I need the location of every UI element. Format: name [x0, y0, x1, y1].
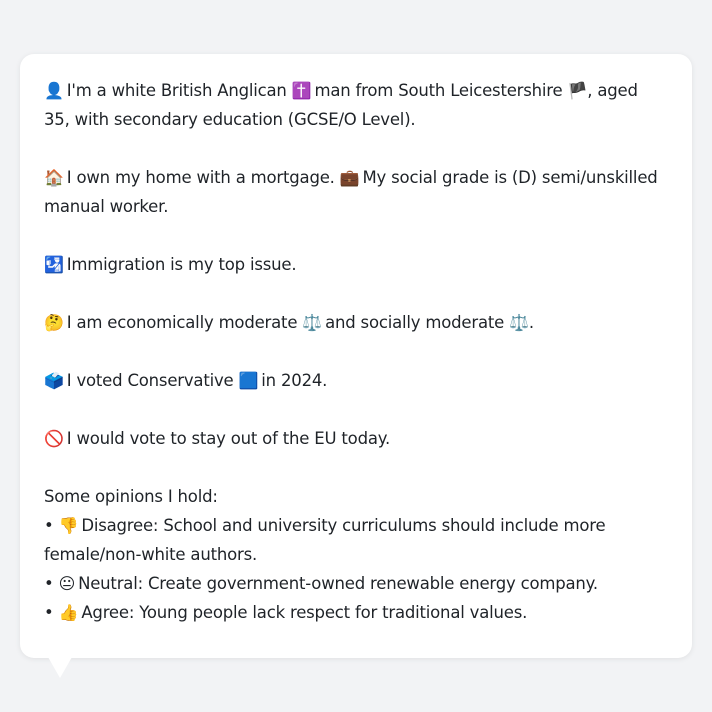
thinking-face-icon: 🤔 [44, 313, 64, 332]
thumbs-up-icon: 👍 [58, 603, 79, 622]
housing-line: 🏠 I own my home with a mortgage. 💼 My soci… [44, 163, 668, 221]
bubble-tail [44, 650, 76, 678]
bullet: • [44, 516, 54, 535]
briefcase-icon: 💼 [339, 168, 360, 187]
eu-line: 🚫 I would vote to stay out of the EU toda… [44, 424, 668, 453]
top-issue-text: Immigration is my top issue. [66, 255, 297, 274]
social-text: and socially moderate [325, 313, 505, 332]
passport-control-icon: 🛂 [44, 255, 64, 274]
scales-icon: ⚖️ [509, 313, 529, 332]
identity-line: 👤 I'm a white British Anglican ✝️ man from… [44, 76, 668, 134]
ideology-period: . [528, 313, 534, 332]
opinion-item: • 😐 Neutral: Create government-owned rene… [44, 569, 668, 598]
eu-text: I would vote to stay out of the EU today… [66, 429, 391, 448]
opinion-text: Neutral: Create government-owned renewab… [78, 574, 598, 593]
opinion-item: • 👎 Disagree: School and university curri… [44, 511, 668, 569]
economic-text: I am economically moderate [66, 313, 298, 332]
identity-text-1: I'm a white British Anglican [66, 81, 287, 100]
thumbs-down-icon: 👎 [58, 516, 79, 535]
opinion-item: • 👍 Agree: Young people lack respect for … [44, 598, 668, 627]
opinion-text: Disagree: School and university curricul… [44, 516, 606, 564]
house-icon: 🏠 [44, 168, 64, 187]
england-flag-icon: 🏴 [567, 81, 588, 100]
ballot-box-icon: 🗳️ [44, 371, 64, 390]
identity-text-2: man from South Leicestershire [314, 81, 563, 100]
neutral-face-icon: 😐 [58, 574, 76, 593]
bullet: • [44, 574, 54, 593]
prohibited-icon: 🚫 [44, 429, 64, 448]
top-issue-line: 🛂 Immigration is my top issue. [44, 250, 668, 279]
cross-icon: ✝️ [291, 81, 312, 100]
scales-icon: ⚖️ [302, 313, 323, 332]
person-icon: 👤 [44, 81, 64, 100]
vote-line: 🗳️ I voted Conservative 🟦 in 2024. [44, 366, 668, 395]
ideology-line: 🤔 I am economically moderate ⚖️ and social… [44, 308, 668, 337]
opinion-text: Agree: Young people lack respect for tra… [81, 603, 528, 622]
housing-text: I own my home with a mortgage. [66, 168, 335, 187]
vote-text: I voted Conservative [66, 371, 234, 390]
bullet: • [44, 603, 54, 622]
chat-message-bubble: 👤 I'm a white British Anglican ✝️ man from… [20, 54, 692, 658]
message-text: 👤 I'm a white British Anglican ✝️ man from… [44, 76, 668, 627]
opinions-heading: Some opinions I hold: [44, 487, 218, 506]
vote-year-text: in 2024. [261, 371, 328, 390]
blue-square-icon: 🟦 [238, 371, 259, 390]
